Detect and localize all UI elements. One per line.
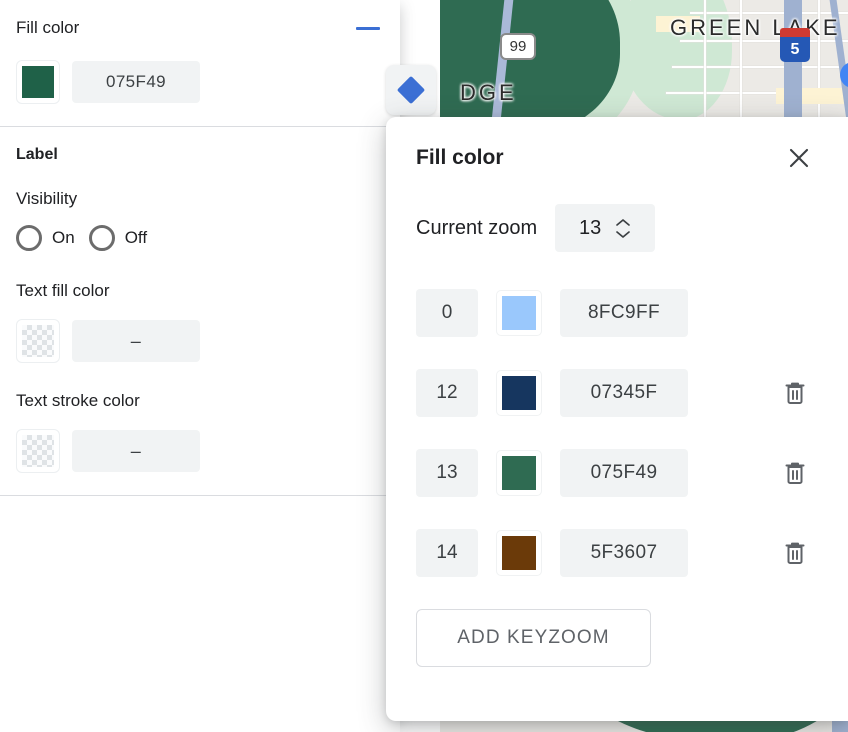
visibility-label: Visibility xyxy=(16,189,78,208)
trash-icon[interactable] xyxy=(780,458,810,488)
map-label-dge: DGE xyxy=(460,80,517,105)
keyzoom-row: 13 075F49 xyxy=(416,433,818,513)
keyzoom-zoom-input[interactable]: 13 xyxy=(416,449,478,497)
keyzoom-zoom-input[interactable]: 14 xyxy=(416,529,478,577)
keyzoom-swatch-button[interactable] xyxy=(496,450,542,496)
keyzoom-list: 0 8FC9FF 12 07345F 13 075F49 14 5F3607 xyxy=(416,273,818,593)
fill-color-title: Fill color xyxy=(16,18,80,37)
keyzoom-hex-input[interactable]: 07345F xyxy=(560,369,688,417)
keyzoom-zoom-input[interactable]: 0 xyxy=(416,289,478,337)
visibility-radio-off[interactable]: Off xyxy=(88,225,148,251)
keyzoom-swatch-button[interactable] xyxy=(496,290,542,336)
visibility-radio-group: On Off xyxy=(16,223,384,275)
current-zoom-value: 13 xyxy=(579,216,602,239)
shield-number: 5 xyxy=(780,37,810,62)
current-zoom-stepper[interactable]: 13 xyxy=(555,204,656,252)
text-stroke-color-label: Text stroke color xyxy=(16,391,140,410)
diamond-tool-button[interactable] xyxy=(386,65,436,115)
fill-color-header: Fill color xyxy=(16,0,384,56)
current-zoom-row: Current zoom 13 xyxy=(416,199,818,257)
keyzoom-hex-input[interactable]: 8FC9FF xyxy=(560,289,688,337)
stepper-arrows-icon[interactable] xyxy=(615,218,631,239)
text-stroke-color-swatch-button[interactable] xyxy=(16,429,60,473)
fill-color-section: Fill color 075F49 xyxy=(0,0,400,126)
diamond-icon xyxy=(396,75,426,105)
radio-circle-icon xyxy=(88,225,115,251)
minus-icon[interactable] xyxy=(356,26,380,30)
fill-color-hex-input[interactable]: 075F49 xyxy=(72,61,200,103)
keyzoom-row: 14 5F3607 xyxy=(416,513,818,593)
keyzoom-swatch-button[interactable] xyxy=(496,530,542,576)
shield-top-band xyxy=(780,28,810,37)
text-stroke-color-control: – xyxy=(16,425,384,495)
map-road xyxy=(690,12,848,14)
add-keyzoom-button[interactable]: ADD KEYZOOM xyxy=(416,609,651,667)
keyzoom-row: 0 8FC9FF xyxy=(416,273,818,353)
transparent-swatch-icon xyxy=(22,435,54,467)
trash-icon[interactable] xyxy=(780,538,810,568)
text-fill-color-hex-input[interactable]: – xyxy=(72,320,200,362)
keyzoom-swatch xyxy=(502,296,536,330)
map-road xyxy=(672,66,848,68)
label-title: Label xyxy=(16,146,58,163)
text-fill-color-control: – xyxy=(16,315,384,385)
keyzoom-hex-input[interactable]: 075F49 xyxy=(560,449,688,497)
trash-icon[interactable] xyxy=(780,378,810,408)
current-zoom-label: Current zoom xyxy=(416,216,538,239)
fill-color-control: 075F49 xyxy=(16,56,384,126)
text-stroke-color-hex-input[interactable]: – xyxy=(72,430,200,472)
close-icon[interactable] xyxy=(784,143,814,173)
app-root: GREEN LAKE DGE 99 5 Fill color 075F49 La… xyxy=(0,0,848,732)
map-label-green-lake: GREEN LAKE xyxy=(670,15,841,40)
dialog-header: Fill color xyxy=(416,117,818,199)
section-divider xyxy=(0,495,400,496)
transparent-swatch-icon xyxy=(22,325,54,357)
style-settings-panel: Fill color 075F49 Label Visibility On Of… xyxy=(0,0,400,732)
fill-color-swatch-button[interactable] xyxy=(16,60,60,104)
keyzoom-zoom-input[interactable]: 12 xyxy=(416,369,478,417)
keyzoom-swatch xyxy=(502,456,536,490)
keyzoom-row: 12 07345F xyxy=(416,353,818,433)
keyzoom-hex-input[interactable]: 5F3607 xyxy=(560,529,688,577)
text-fill-color-label: Text fill color xyxy=(16,281,110,300)
visibility-radio-on[interactable]: On xyxy=(16,225,75,251)
keyzoom-swatch xyxy=(502,376,536,410)
radio-circle-icon xyxy=(16,225,42,251)
dialog-title: Fill color xyxy=(416,146,504,169)
label-header: Label xyxy=(16,127,384,183)
fill-color-dialog: Fill color Current zoom 13 0 8FC9FF 12 0… xyxy=(386,117,848,721)
keyzoom-swatch xyxy=(502,536,536,570)
fill-color-swatch xyxy=(22,66,54,98)
route-shield-99: 99 xyxy=(500,33,536,60)
label-section: Label Visibility On Off Text fill color … xyxy=(0,127,400,495)
text-fill-color-swatch-button[interactable] xyxy=(16,319,60,363)
keyzoom-swatch-button[interactable] xyxy=(496,370,542,416)
interstate-shield-5: 5 xyxy=(780,28,810,62)
visibility-radio-on-label: On xyxy=(52,228,75,247)
visibility-radio-off-label: Off xyxy=(124,228,148,247)
